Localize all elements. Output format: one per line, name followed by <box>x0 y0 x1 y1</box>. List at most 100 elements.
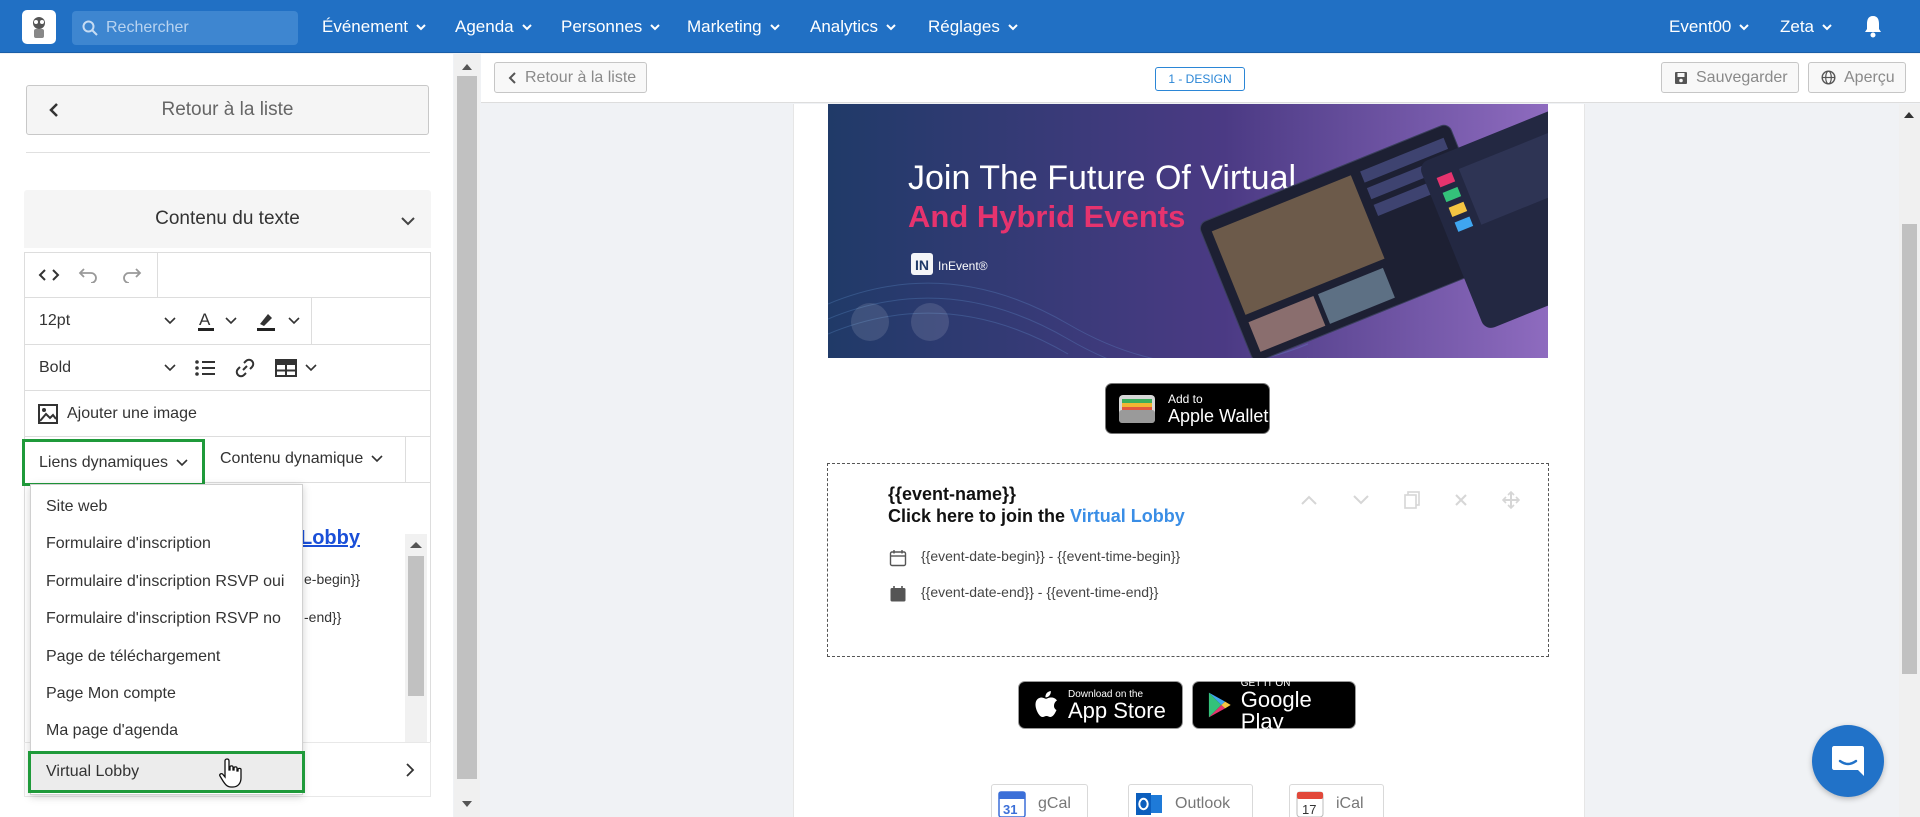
chevron-down-icon <box>1739 23 1750 30</box>
editor-link-text: Lobby <box>300 527 360 549</box>
app-store-button[interactable]: Download on the App Store <box>1018 681 1183 729</box>
scroll-up-arrow[interactable] <box>462 64 472 70</box>
move-up-icon[interactable] <box>1300 494 1318 506</box>
move-down-icon[interactable] <box>1352 494 1370 506</box>
chevron-left-icon <box>508 71 516 84</box>
user-menu[interactable]: Zeta <box>1780 0 1833 53</box>
preview-label: Aperçu <box>1844 68 1895 86</box>
nav-analytics[interactable]: Analytics <box>810 0 897 53</box>
link-icon[interactable] <box>233 356 257 380</box>
font-weight-select[interactable]: Bold <box>39 359 71 377</box>
nav-agenda[interactable]: Agenda <box>455 0 533 53</box>
google-play-button[interactable]: GET IT ON Google Play <box>1192 678 1356 732</box>
chevron-down-icon[interactable] <box>224 314 238 328</box>
scroll-thumb[interactable] <box>457 76 477 779</box>
svg-text:IN: IN <box>915 257 929 273</box>
chevron-down-icon[interactable] <box>287 314 301 328</box>
virtual-lobby-link[interactable]: Virtual Lobby <box>1070 506 1185 526</box>
back-to-list-small-button[interactable]: Retour à la liste <box>494 62 648 93</box>
wallet-icon <box>1119 394 1155 423</box>
undo-icon[interactable] <box>77 265 99 285</box>
menu-item-rsvp-no[interactable]: Formulaire d'inscription RSVP no <box>46 610 281 628</box>
menu-item-my-account[interactable]: Page Mon compte <box>46 685 176 703</box>
chat-icon <box>1832 746 1864 776</box>
notification-bell-icon[interactable] <box>1862 14 1884 38</box>
gcal-icon: 31 <box>998 791 1026 817</box>
scroll-thumb[interactable] <box>1902 224 1917 674</box>
event-date-end-text: {{event-date-end}} - {{event-time-end}} <box>921 584 1159 600</box>
svg-text:A: A <box>199 310 211 329</box>
join-lobby-prefix: Click here to join the <box>888 506 1071 526</box>
chat-launcher-button[interactable] <box>1812 725 1884 797</box>
outlook-button[interactable]: Outlook <box>1128 784 1253 817</box>
save-button[interactable]: Sauvegarder <box>1661 62 1799 93</box>
back-to-list-button[interactable]: Retour à la liste <box>26 85 429 135</box>
event-selector[interactable]: Event00 <box>1669 0 1750 53</box>
banner-graphic: Join The Future Of Virtual And Hybrid Ev… <box>828 104 1548 358</box>
chevron-down-icon <box>416 23 426 30</box>
nav-agenda-label: Agenda <box>455 16 514 36</box>
chevron-down-icon <box>769 23 780 30</box>
scroll-down-arrow[interactable] <box>462 801 472 807</box>
preview-button[interactable]: Aperçu <box>1808 62 1906 93</box>
code-view-icon[interactable] <box>37 265 61 285</box>
design-step-label: 1 - DESIGN <box>1168 72 1232 86</box>
add-to-apple-wallet-button[interactable]: Add to Apple Wallet <box>1105 383 1270 434</box>
menu-item-site-web[interactable]: Site web <box>46 498 107 516</box>
menu-item-rsvp-yes[interactable]: Formulaire d'inscription RSVP oui <box>46 573 284 591</box>
editor-toolbar-row: Ajouter une image <box>25 391 430 437</box>
event-selector-label: Event00 <box>1669 16 1732 36</box>
canvas-scrollbar[interactable] <box>1899 104 1920 817</box>
chevron-down-icon[interactable] <box>163 361 177 375</box>
table-icon[interactable] <box>274 357 298 379</box>
highlight-color-icon[interactable] <box>254 309 278 333</box>
menu-item-download-page[interactable]: Page de téléchargement <box>46 648 220 666</box>
chevron-down-icon[interactable] <box>163 314 177 328</box>
app-logo[interactable] <box>22 10 56 44</box>
scroll-up-arrow[interactable] <box>410 542 422 548</box>
font-color-icon[interactable]: A <box>195 309 217 333</box>
logo-icon <box>33 17 45 38</box>
chevron-down-icon <box>1822 23 1832 30</box>
chevron-down-icon[interactable] <box>304 361 318 375</box>
hero-banner-image[interactable]: Join The Future Of Virtual And Hybrid Ev… <box>828 104 1548 358</box>
gcal-button[interactable]: 31 gCal <box>991 784 1088 817</box>
banner-brand: InEvent® <box>938 259 988 273</box>
menu-item-my-agenda[interactable]: Ma page d'agenda <box>46 722 178 740</box>
left-sidebar: Retour à la liste Contenu du texte 12pt <box>0 54 453 817</box>
delete-icon[interactable] <box>1454 493 1468 507</box>
chevron-down-icon <box>1008 23 1018 30</box>
copy-icon[interactable] <box>1404 491 1420 509</box>
event-name-text: {{event-name}} <box>888 484 1017 504</box>
design-step-badge[interactable]: 1 - DESIGN <box>1155 67 1245 91</box>
ical-day: 17 <box>1302 802 1316 817</box>
scroll-thumb[interactable] <box>408 556 424 696</box>
nav-personnes[interactable]: Personnes <box>561 0 661 53</box>
drag-handle-icon[interactable] <box>1502 491 1520 509</box>
add-image-button[interactable]: Ajouter une image <box>67 405 197 423</box>
redo-icon[interactable] <box>121 265 143 285</box>
font-size-select[interactable]: 12pt <box>39 312 70 330</box>
search-box[interactable] <box>72 11 298 45</box>
ical-button[interactable]: 17 iCal <box>1289 784 1384 817</box>
bullet-list-icon[interactable] <box>193 357 217 379</box>
sidebar-scrollbar[interactable] <box>454 54 480 817</box>
globe-icon <box>1821 70 1836 85</box>
image-icon[interactable] <box>37 403 59 425</box>
dynamic-content-dropdown[interactable]: Contenu dynamique <box>220 450 383 468</box>
chevron-down-icon <box>886 23 896 30</box>
chevron-right-icon <box>406 763 415 777</box>
nav-evenement[interactable]: Événement <box>322 0 427 53</box>
scroll-up-arrow[interactable] <box>1904 112 1914 118</box>
dynamic-links-dropdown[interactable]: Liens dynamiques <box>22 439 205 486</box>
hand-cursor-icon <box>219 758 242 788</box>
nav-reglages[interactable]: Réglages <box>928 0 1019 53</box>
search-input[interactable] <box>106 19 286 37</box>
nav-marketing[interactable]: Marketing <box>687 0 781 53</box>
menu-item-registration-form[interactable]: Formulaire d'inscription <box>46 535 211 553</box>
editor-toolbar-row: 12pt A <box>25 298 430 345</box>
text-content-accordion[interactable]: Contenu du texte <box>24 190 431 248</box>
text-content-title: Contenu du texte <box>155 208 300 229</box>
menu-item-virtual-lobby[interactable]: Virtual Lobby <box>28 751 305 793</box>
app-store-big-text: App Store <box>1068 697 1166 723</box>
